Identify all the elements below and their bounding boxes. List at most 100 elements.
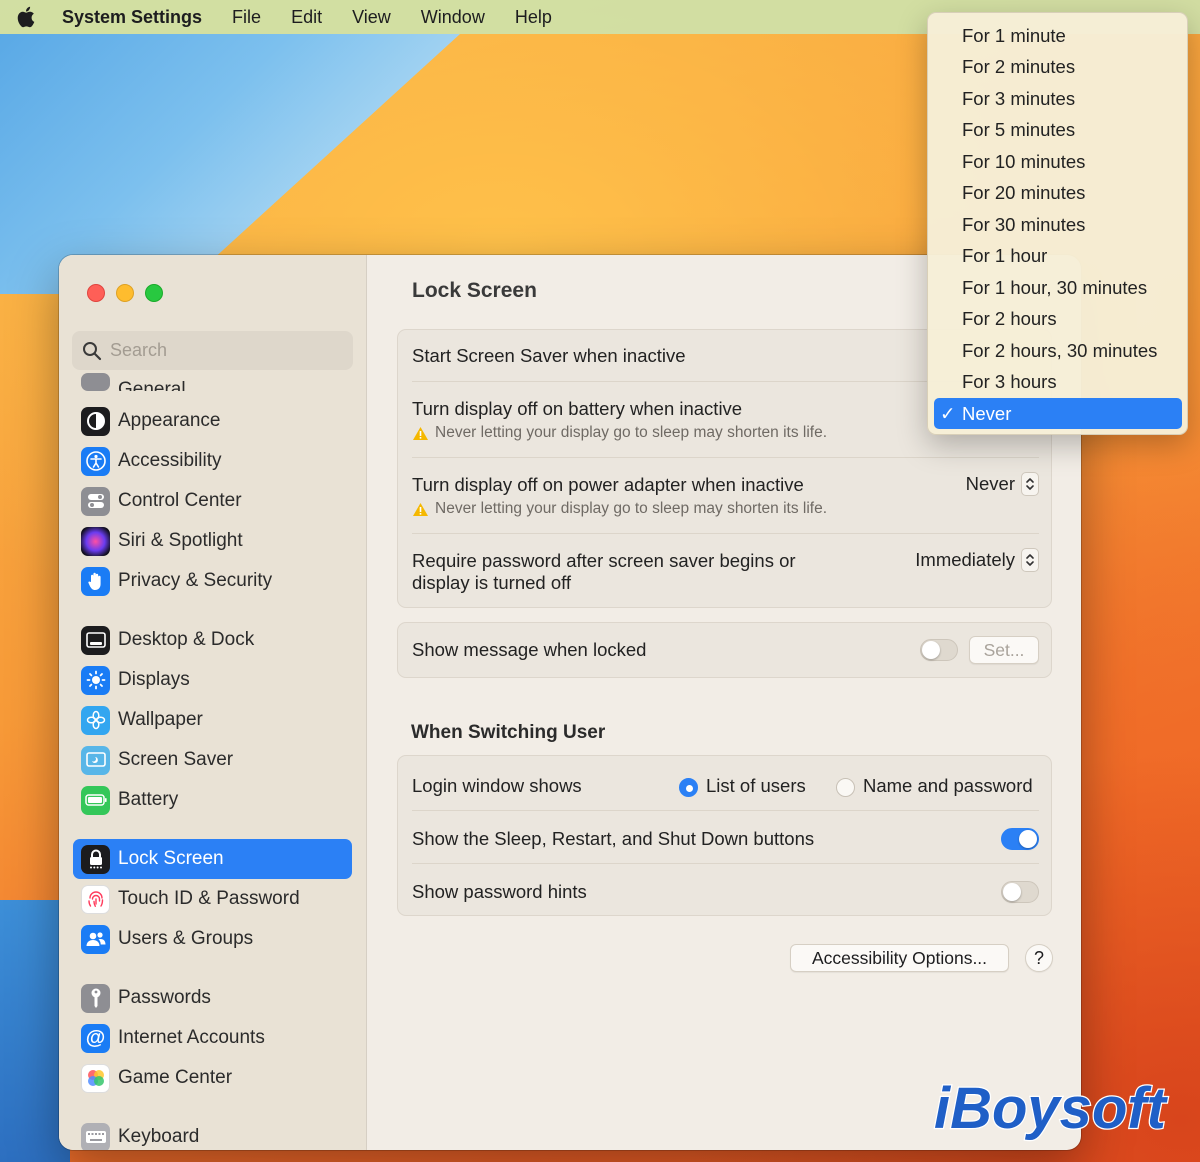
dropdown-option-label: For 3 minutes bbox=[962, 87, 1076, 109]
sidebar-item-desktop-dock[interactable]: Desktop & Dock bbox=[73, 620, 352, 660]
dropdown-option-3-minutes[interactable]: For 3 minutes bbox=[934, 83, 1182, 114]
dropdown-option-label: For 10 minutes bbox=[962, 150, 1086, 172]
require-password-label-line2: display is turned off bbox=[412, 572, 572, 593]
zoom-button[interactable] bbox=[145, 284, 163, 302]
dropdown-option-never[interactable]: ✓ Never bbox=[934, 398, 1182, 429]
menu-app-name[interactable]: System Settings bbox=[62, 7, 202, 28]
accessibility-icon bbox=[81, 446, 110, 476]
sidebar-item-siri-spotlight[interactable]: Siri & Spotlight bbox=[73, 521, 352, 561]
sidebar-item-touch-id-password[interactable]: Touch ID & Password bbox=[73, 879, 352, 919]
login-option-list[interactable]: List of users bbox=[679, 775, 806, 797]
divider bbox=[412, 457, 1039, 458]
sidebar-item-accessibility[interactable]: Accessibility bbox=[73, 441, 352, 481]
sidebar-item-users-groups[interactable]: Users & Groups bbox=[73, 919, 352, 959]
sidebar-item-passwords[interactable]: Passwords bbox=[73, 978, 352, 1018]
sidebar-item-control-center[interactable]: Control Center bbox=[73, 481, 352, 521]
set-message-button[interactable]: Set... bbox=[969, 636, 1039, 664]
divider bbox=[412, 863, 1039, 864]
sidebar-item-internet-accounts[interactable]: @ Internet Accounts bbox=[73, 1018, 352, 1058]
users-icon bbox=[81, 924, 110, 954]
screen-saver-icon bbox=[81, 745, 110, 775]
sidebar-item-keyboard[interactable]: Keyboard bbox=[73, 1117, 352, 1150]
appearance-icon bbox=[81, 406, 110, 436]
menu-help[interactable]: Help bbox=[515, 7, 552, 28]
sidebar-item-label: Accessibility bbox=[118, 450, 222, 471]
sleep-buttons-row: Show the Sleep, Restart, and Shut Down b… bbox=[412, 828, 1039, 850]
search-icon bbox=[83, 341, 102, 360]
control-center-icon bbox=[81, 486, 110, 516]
dock-icon bbox=[81, 625, 110, 655]
menu-view[interactable]: View bbox=[352, 7, 391, 28]
dropdown-option-20-minutes[interactable]: For 20 minutes bbox=[934, 177, 1182, 208]
sidebar: Search General Appearance Accessibility bbox=[59, 255, 367, 1150]
login-window-label: Login window shows bbox=[412, 775, 582, 796]
sidebar-item-screen-saver[interactable]: Screen Saver bbox=[73, 740, 352, 780]
sidebar-item-label: Siri & Spotlight bbox=[118, 530, 243, 551]
dropdown-option-5-minutes[interactable]: For 5 minutes bbox=[934, 114, 1182, 145]
at-icon: @ bbox=[81, 1023, 110, 1053]
sidebar-item-general[interactable]: General bbox=[73, 373, 352, 391]
sidebar-item-label: Users & Groups bbox=[118, 928, 254, 949]
sleep-buttons-label: Show the Sleep, Restart, and Shut Down b… bbox=[412, 828, 815, 849]
dropdown-option-2-minutes[interactable]: For 2 minutes bbox=[934, 51, 1182, 82]
sidebar-item-privacy-security[interactable]: Privacy & Security bbox=[73, 561, 352, 601]
search-placeholder: Search bbox=[110, 340, 168, 360]
sidebar-item-label: Battery bbox=[118, 789, 179, 810]
message-group: Show message when locked Set... bbox=[397, 622, 1052, 678]
sidebar-item-label: Screen Saver bbox=[118, 749, 234, 770]
accessibility-options-button[interactable]: Accessibility Options... bbox=[790, 944, 1009, 972]
divider bbox=[412, 810, 1039, 811]
sidebar-item-displays[interactable]: Displays bbox=[73, 660, 352, 700]
login-option-list-label: List of users bbox=[706, 775, 806, 796]
sidebar-item-game-center[interactable]: Game Center bbox=[73, 1058, 352, 1098]
menu-edit[interactable]: Edit bbox=[291, 7, 322, 28]
menu-window[interactable]: Window bbox=[421, 7, 485, 28]
sidebar-item-appearance[interactable]: Appearance bbox=[73, 401, 352, 441]
dropdown-option-label: For 2 hours, 30 minutes bbox=[962, 339, 1158, 361]
password-hints-row: Show password hints bbox=[412, 881, 1039, 903]
login-option-name[interactable]: Name and password bbox=[836, 775, 1033, 797]
radio-list-of-users[interactable] bbox=[679, 777, 698, 797]
apple-logo-icon[interactable] bbox=[14, 5, 36, 29]
adapter-row: Turn display off on power adapter when i… bbox=[412, 472, 1039, 518]
checkmark-icon: ✓ bbox=[940, 402, 956, 424]
warning-icon bbox=[413, 426, 428, 440]
adapter-warning-text: Never letting your display go to sleep m… bbox=[435, 500, 827, 517]
dropdown-option-label: For 2 hours bbox=[962, 307, 1057, 329]
close-button[interactable] bbox=[87, 284, 105, 302]
sleep-buttons-toggle[interactable] bbox=[1001, 828, 1039, 850]
game-center-icon bbox=[81, 1063, 110, 1093]
sidebar-item-label: Touch ID & Password bbox=[118, 888, 300, 909]
toggle-knob bbox=[1003, 883, 1021, 901]
page-title: Lock Screen bbox=[412, 279, 537, 302]
key-icon bbox=[81, 983, 110, 1013]
sidebar-item-lock-screen[interactable]: Lock Screen bbox=[73, 839, 352, 879]
radio-name-and-password[interactable] bbox=[836, 777, 855, 797]
sidebar-item-battery[interactable]: Battery bbox=[73, 780, 352, 820]
require-password-popup[interactable]: Immediately bbox=[915, 548, 1039, 572]
dropdown-option-1-minute[interactable]: For 1 minute bbox=[934, 20, 1182, 51]
dropdown-option-2-hours-30[interactable]: For 2 hours, 30 minutes bbox=[934, 335, 1182, 366]
dropdown-option-1-hour-30[interactable]: For 1 hour, 30 minutes bbox=[934, 272, 1182, 303]
dropdown-option-30-minutes[interactable]: For 30 minutes bbox=[934, 209, 1182, 240]
dropdown-option-10-minutes[interactable]: For 10 minutes bbox=[934, 146, 1182, 177]
message-toggle[interactable] bbox=[920, 639, 958, 661]
password-hints-toggle[interactable] bbox=[1001, 881, 1039, 903]
message-label: Show message when locked bbox=[412, 639, 647, 660]
search-field[interactable]: Search bbox=[72, 331, 353, 370]
minimize-button[interactable] bbox=[116, 284, 134, 302]
dropdown-option-1-hour[interactable]: For 1 hour bbox=[934, 240, 1182, 271]
siri-icon bbox=[81, 526, 110, 556]
sidebar-item-label: Displays bbox=[118, 669, 190, 690]
dropdown-option-3-hours[interactable]: For 3 hours bbox=[934, 366, 1182, 397]
dropdown-option-2-hours[interactable]: For 2 hours bbox=[934, 303, 1182, 334]
sidebar-item-wallpaper[interactable]: Wallpaper bbox=[73, 700, 352, 740]
help-button[interactable]: ? bbox=[1025, 944, 1053, 972]
chevron-updown-icon bbox=[1021, 548, 1039, 572]
dropdown-option-label: For 1 hour, 30 minutes bbox=[962, 276, 1148, 298]
sidebar-item-label: Passwords bbox=[118, 987, 211, 1008]
menu-file[interactable]: File bbox=[232, 7, 261, 28]
adapter-popup[interactable]: Never bbox=[966, 472, 1039, 496]
sun-icon bbox=[81, 665, 110, 695]
sidebar-item-label: Keyboard bbox=[118, 1126, 200, 1147]
